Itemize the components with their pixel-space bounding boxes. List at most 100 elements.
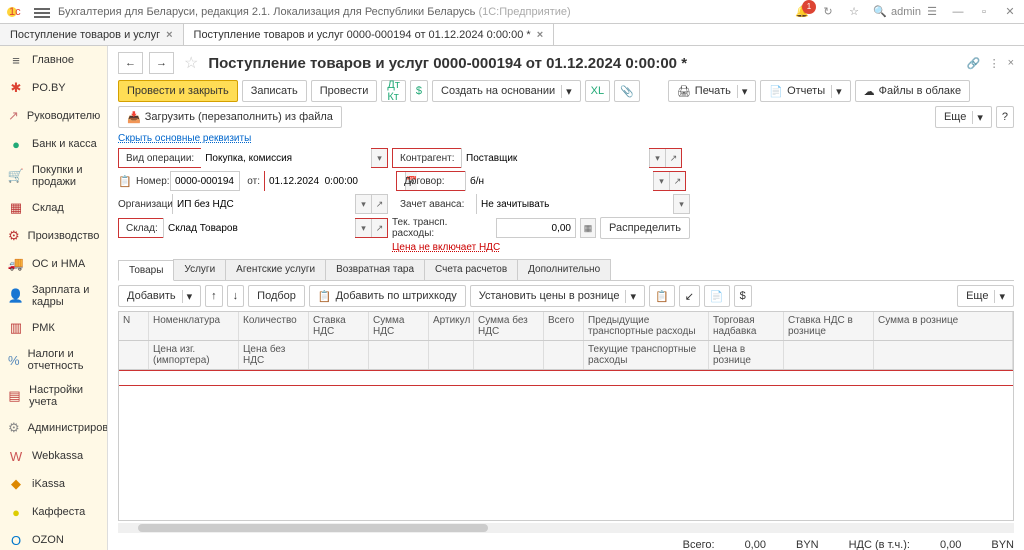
dropdown-icon[interactable]: ▾ bbox=[673, 195, 689, 213]
bell-icon[interactable]: 🔔1 bbox=[794, 4, 810, 20]
attach-button[interactable]: 📎 bbox=[614, 80, 640, 102]
tab-accounts[interactable]: Счета расчетов bbox=[424, 259, 518, 280]
open-icon[interactable]: ↗ bbox=[371, 219, 387, 237]
nav-forward-button[interactable]: → bbox=[149, 52, 174, 74]
sidebar-item-ozon[interactable]: OOZON bbox=[0, 526, 107, 550]
number-input[interactable] bbox=[170, 171, 240, 191]
col-sum-novat[interactable]: Сумма без НДС bbox=[474, 312, 544, 340]
reload-button[interactable]: 📥 Загрузить (перезаполнить) из файла bbox=[118, 106, 342, 128]
sidebar-item-poby[interactable]: ✱PO.BY bbox=[0, 74, 107, 102]
tab-additional[interactable]: Дополнительно bbox=[517, 259, 611, 280]
price-no-vat-link[interactable]: Цена не включает НДС bbox=[392, 242, 500, 253]
col-article[interactable]: Артикул bbox=[429, 312, 474, 340]
sidebar-item-settings[interactable]: ▤Настройки учета bbox=[0, 378, 107, 414]
sidebar-item-kaffesta[interactable]: ●Каффеста bbox=[0, 498, 107, 526]
main-menu-icon[interactable] bbox=[34, 6, 50, 18]
sidebar-item-main[interactable]: ≡Главное bbox=[0, 46, 107, 74]
settings-icon[interactable]: ☰ bbox=[924, 4, 940, 20]
warehouse-input[interactable] bbox=[163, 218, 355, 238]
transport-input[interactable] bbox=[496, 218, 576, 238]
col-total[interactable]: Всего bbox=[544, 312, 584, 340]
tab-close-icon[interactable]: × bbox=[166, 29, 172, 41]
col-markup[interactable]: Торговая надбавка bbox=[709, 312, 784, 340]
add-row-button[interactable]: Добавить▾ bbox=[118, 285, 201, 307]
open-icon[interactable]: ↗ bbox=[665, 149, 681, 167]
move-down-button[interactable]: ↓ bbox=[227, 285, 245, 307]
more-button[interactable]: Еще▾ bbox=[935, 106, 992, 128]
copy-button[interactable]: 📋 bbox=[649, 285, 675, 307]
col-vat-sum[interactable]: Сумма НДС bbox=[369, 312, 429, 340]
hide-main-link[interactable]: Скрыть основные реквизиты bbox=[118, 133, 251, 144]
sidebar-item-production[interactable]: ⚙Производство bbox=[0, 222, 107, 250]
tab-returnable[interactable]: Возвратная тара bbox=[325, 259, 425, 280]
op-type-input[interactable] bbox=[201, 148, 371, 168]
sidebar-item-bank[interactable]: ●Банк и касса bbox=[0, 130, 107, 158]
tab-agent[interactable]: Агентские услуги bbox=[225, 259, 326, 280]
user-label[interactable]: admin bbox=[898, 4, 914, 20]
add-barcode-button[interactable]: 📋 Добавить по штрихкоду bbox=[309, 285, 466, 307]
cloud-files-button[interactable]: ☁ Файлы в облаке bbox=[855, 80, 970, 102]
open-icon[interactable]: ↗ bbox=[669, 172, 685, 190]
nav-back-button[interactable]: ← bbox=[118, 52, 143, 74]
favorite-icon[interactable]: ☆ bbox=[184, 53, 198, 73]
counterparty-input[interactable] bbox=[461, 148, 649, 168]
dropdown-icon[interactable]: ▾ bbox=[355, 219, 371, 237]
distribute-button[interactable]: Распределить bbox=[600, 217, 690, 239]
col-retail-sum[interactable]: Сумма в рознице bbox=[874, 312, 1013, 340]
contract-input[interactable] bbox=[465, 171, 653, 191]
col-prev-transport[interactable]: Предыдущие транспортные расходы bbox=[584, 312, 709, 340]
minimize-icon[interactable]: — bbox=[950, 4, 966, 20]
create-based-button[interactable]: Создать на основании▾ bbox=[432, 80, 581, 102]
grid-more-button[interactable]: Еще▾ bbox=[957, 285, 1014, 307]
grid-hscrollbar[interactable] bbox=[118, 523, 1014, 533]
sidebar-item-tax[interactable]: %Налоги и отчетность bbox=[0, 342, 107, 378]
col-vat-rate[interactable]: Ставка НДС bbox=[309, 312, 369, 340]
move-up-button[interactable]: ↑ bbox=[205, 285, 223, 307]
date-input[interactable] bbox=[265, 171, 405, 191]
menu-icon[interactable]: ⋮ bbox=[989, 57, 1000, 70]
reports-button[interactable]: 📄 Отчеты▾ bbox=[760, 80, 850, 102]
link-icon[interactable]: 🔗 bbox=[967, 57, 981, 70]
paste-button[interactable]: ↙ bbox=[679, 285, 700, 307]
advance-input[interactable] bbox=[477, 194, 673, 214]
sidebar-item-admin[interactable]: ⚙Администрирование bbox=[0, 414, 107, 442]
dropdown-icon[interactable]: ▾ bbox=[649, 149, 665, 167]
calc-icon[interactable]: ▦ bbox=[580, 218, 596, 238]
tab-close-icon[interactable]: × bbox=[537, 29, 543, 41]
col-nomenclature[interactable]: Номенклатура bbox=[149, 312, 239, 340]
copy2-button[interactable]: 📄 bbox=[704, 285, 730, 307]
grid-body[interactable] bbox=[119, 370, 1013, 520]
tab-doc-current[interactable]: Поступление товаров и услуг 0000-000194 … bbox=[184, 24, 555, 45]
sidebar-item-webkassa[interactable]: WWebkassa bbox=[0, 442, 107, 470]
org-input[interactable] bbox=[173, 194, 355, 214]
col-retail-vat[interactable]: Ставка НДС в рознице bbox=[784, 312, 874, 340]
set-retail-button[interactable]: Установить цены в рознице▾ bbox=[470, 285, 645, 307]
dropdown-icon[interactable]: ▾ bbox=[371, 149, 387, 167]
grid-selected-row[interactable] bbox=[119, 370, 1013, 386]
sidebar-item-hr[interactable]: 👤Зарплата и кадры bbox=[0, 278, 107, 314]
tab-services[interactable]: Услуги bbox=[173, 259, 226, 280]
dollar-button[interactable]: $ bbox=[410, 80, 428, 102]
print-button[interactable]: 🖨 Печать▾ bbox=[668, 80, 757, 102]
help-button[interactable]: ? bbox=[996, 106, 1014, 128]
tab-doc-list[interactable]: Поступление товаров и услуг × bbox=[0, 24, 184, 45]
excel-button[interactable]: XL bbox=[585, 80, 610, 102]
tab-goods[interactable]: Товары bbox=[118, 260, 174, 281]
col-qty[interactable]: Количество bbox=[239, 312, 309, 340]
post-button[interactable]: Провести bbox=[311, 80, 378, 102]
sidebar-item-manager[interactable]: ↗Руководителю bbox=[0, 102, 107, 130]
dropdown-icon[interactable]: ▾ bbox=[355, 195, 371, 213]
star-icon[interactable]: ☆ bbox=[846, 4, 862, 20]
maximize-icon[interactable]: ▫ bbox=[976, 4, 992, 20]
sidebar-item-warehouse[interactable]: ▦Склад bbox=[0, 194, 107, 222]
sidebar-item-ikassa[interactable]: ◆iKassa bbox=[0, 470, 107, 498]
close-doc-icon[interactable]: × bbox=[1008, 57, 1014, 70]
search-icon[interactable]: 🔍 bbox=[872, 4, 888, 20]
sidebar-item-assets[interactable]: 🚚ОС и НМА bbox=[0, 250, 107, 278]
pick-button[interactable]: Подбор bbox=[248, 285, 305, 307]
post-close-button[interactable]: Провести и закрыть bbox=[118, 80, 238, 102]
sidebar-item-rmk[interactable]: ▥РМК bbox=[0, 314, 107, 342]
dropdown-icon[interactable]: ▾ bbox=[653, 172, 669, 190]
dollar2-button[interactable]: $ bbox=[734, 285, 752, 307]
col-n[interactable]: N bbox=[119, 312, 149, 340]
